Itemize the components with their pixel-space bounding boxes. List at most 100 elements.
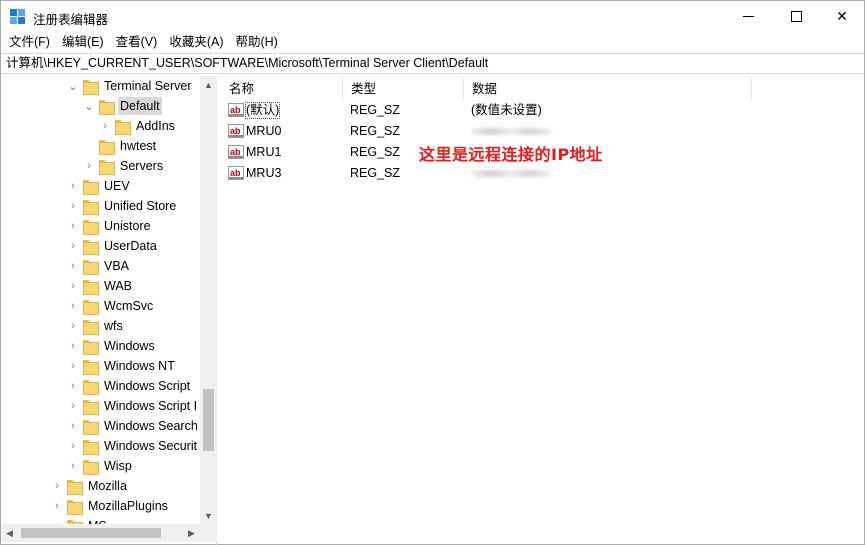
folder-icon [83, 399, 99, 415]
scroll-left-icon[interactable]: ◀ [1, 524, 18, 542]
obscured-value-data [471, 128, 551, 135]
scroll-right-icon[interactable]: ▶ [183, 524, 200, 542]
menu-view[interactable]: 查看(V) [110, 32, 164, 52]
tree-item-label: WAB [104, 279, 133, 293]
folder-icon [83, 379, 99, 395]
tree-item-label: hwtest [120, 139, 157, 153]
tree-item[interactable]: ⌄ Default [83, 96, 162, 116]
tree-horizontal-scrollbar[interactable]: ◀ ▶ [1, 524, 217, 542]
close-button[interactable]: ✕ [819, 1, 865, 32]
chevron-right-icon[interactable]: › [99, 116, 111, 136]
folder-icon [83, 219, 99, 235]
address-bar[interactable]: 计算机\HKEY_CURRENT_USER\SOFTWARE\Microsoft… [1, 53, 864, 74]
maximize-button[interactable] [773, 1, 819, 32]
chevron-right-icon[interactable]: › [51, 476, 63, 496]
tree-item-label: Default [118, 97, 162, 115]
folder-icon [83, 419, 99, 435]
chevron-right-icon[interactable] [83, 136, 95, 156]
column-headers: 名称 类型 数据 [221, 78, 864, 100]
value-data: (数值未设置) [471, 103, 542, 117]
chevron-right-icon[interactable]: › [83, 156, 95, 176]
string-value-icon: ab [228, 124, 244, 138]
tree-item[interactable]: › Unified Store [67, 196, 178, 216]
tree-item[interactable]: › MozillaPlugins [51, 496, 170, 516]
tree-item[interactable]: › VBA [67, 256, 131, 276]
tree-item[interactable]: › UserData [67, 236, 159, 256]
value-name: MRU1 [246, 145, 282, 159]
tree-item[interactable]: › Windows Securit [67, 436, 199, 456]
title-bar[interactable]: 注册表编辑器 ✕ [1, 1, 864, 32]
chevron-right-icon[interactable]: › [67, 356, 79, 376]
value-row[interactable]: ab (默认) REG_SZ (数值未设置) [221, 100, 751, 121]
tree-item-label: WcmSvc [104, 299, 154, 313]
key-tree: ⌄ Terminal Server ⌄ Default › AddIns hwtest › Se… [1, 76, 217, 545]
menu-file[interactable]: 文件(F) [3, 32, 56, 52]
scroll-thumb[interactable] [203, 389, 214, 451]
chevron-right-icon[interactable]: › [67, 176, 79, 196]
chevron-right-icon[interactable]: › [67, 276, 79, 296]
column-header-name[interactable]: 名称 [221, 78, 343, 100]
tree-item[interactable]: › Wisp [67, 456, 134, 476]
chevron-right-icon[interactable]: › [67, 376, 79, 396]
tree-item-label: Unified Store [104, 199, 177, 213]
tree-item[interactable]: › Mozilla [51, 476, 129, 496]
tree-item[interactable]: › wfs [67, 316, 125, 336]
tree-item-label: UserData [104, 239, 157, 253]
menu-favorites[interactable]: 收藏夹(A) [163, 32, 229, 52]
tree-item[interactable]: › Windows NT [67, 356, 177, 376]
chevron-right-icon[interactable]: › [67, 296, 79, 316]
tree-item[interactable]: hwtest [83, 136, 158, 156]
tree-item[interactable]: › Windows Search [67, 416, 200, 436]
chevron-right-icon[interactable]: › [67, 316, 79, 336]
string-value-icon: ab [228, 145, 244, 159]
chevron-right-icon[interactable]: › [67, 396, 79, 416]
tree-item[interactable]: › Servers [83, 156, 165, 176]
tree-item[interactable]: › Windows [67, 336, 157, 356]
tree-item-label: Windows Script I [104, 399, 198, 413]
horizontal-scroll-thumb[interactable] [21, 528, 161, 538]
column-header-data[interactable]: 数据 [464, 78, 752, 100]
scroll-up-icon[interactable]: ▲ [200, 76, 217, 93]
tree-item[interactable]: › Windows Script I [67, 396, 199, 416]
chevron-right-icon[interactable]: › [67, 336, 79, 356]
value-row[interactable]: ab MRU0 REG_SZ [221, 121, 751, 142]
tree-item[interactable]: › Windows Script [67, 376, 192, 396]
chevron-right-icon[interactable]: › [67, 236, 79, 256]
menu-edit[interactable]: 编辑(E) [56, 32, 110, 52]
value-name: (默认) [245, 102, 281, 119]
menu-help[interactable]: 帮助(H) [229, 32, 283, 52]
chevron-right-icon[interactable]: › [51, 496, 63, 516]
tree-item[interactable]: › UEV [67, 176, 132, 196]
tree-item-label: Windows Search [104, 419, 198, 433]
tree-item[interactable]: › WAB [67, 276, 134, 296]
tree-item[interactable]: › AddIns [99, 116, 177, 136]
folder-icon [83, 459, 99, 475]
value-name: MRU0 [246, 124, 282, 138]
value-type: REG_SZ [350, 145, 401, 159]
chevron-down-icon[interactable]: ⌄ [67, 76, 79, 96]
tree-vertical-scrollbar[interactable]: ▲ ▼ [200, 76, 217, 524]
value-row[interactable]: ab MRU3 REG_SZ [221, 163, 751, 184]
tree-item[interactable]: ⌄ Terminal Server [67, 76, 194, 96]
folder-icon [83, 319, 99, 335]
chevron-right-icon[interactable]: › [67, 216, 79, 236]
scroll-down-icon[interactable]: ▼ [200, 507, 217, 524]
column-header-type[interactable]: 类型 [343, 78, 464, 100]
tree-item[interactable]: › WcmSvc [67, 296, 155, 316]
chevron-right-icon[interactable]: › [67, 256, 79, 276]
tree-item-label: Terminal Server [104, 79, 192, 93]
minimize-button[interactable] [725, 1, 771, 32]
tree-item-label: Windows NT [104, 359, 175, 373]
tree-item[interactable]: › Unistore [67, 216, 153, 236]
chevron-right-icon[interactable]: › [67, 436, 79, 456]
chevron-right-icon[interactable]: › [67, 416, 79, 436]
string-value-icon: ab [228, 166, 244, 180]
chevron-down-icon[interactable]: ⌄ [83, 96, 95, 116]
tree-item-label: Unistore [104, 219, 151, 233]
window-title: 注册表编辑器 [33, 13, 109, 27]
tree-item-label: UEV [104, 179, 130, 193]
folder-icon [115, 119, 131, 135]
chevron-right-icon[interactable]: › [67, 456, 79, 476]
chevron-right-icon[interactable]: › [67, 196, 79, 216]
folder-icon [83, 299, 99, 315]
